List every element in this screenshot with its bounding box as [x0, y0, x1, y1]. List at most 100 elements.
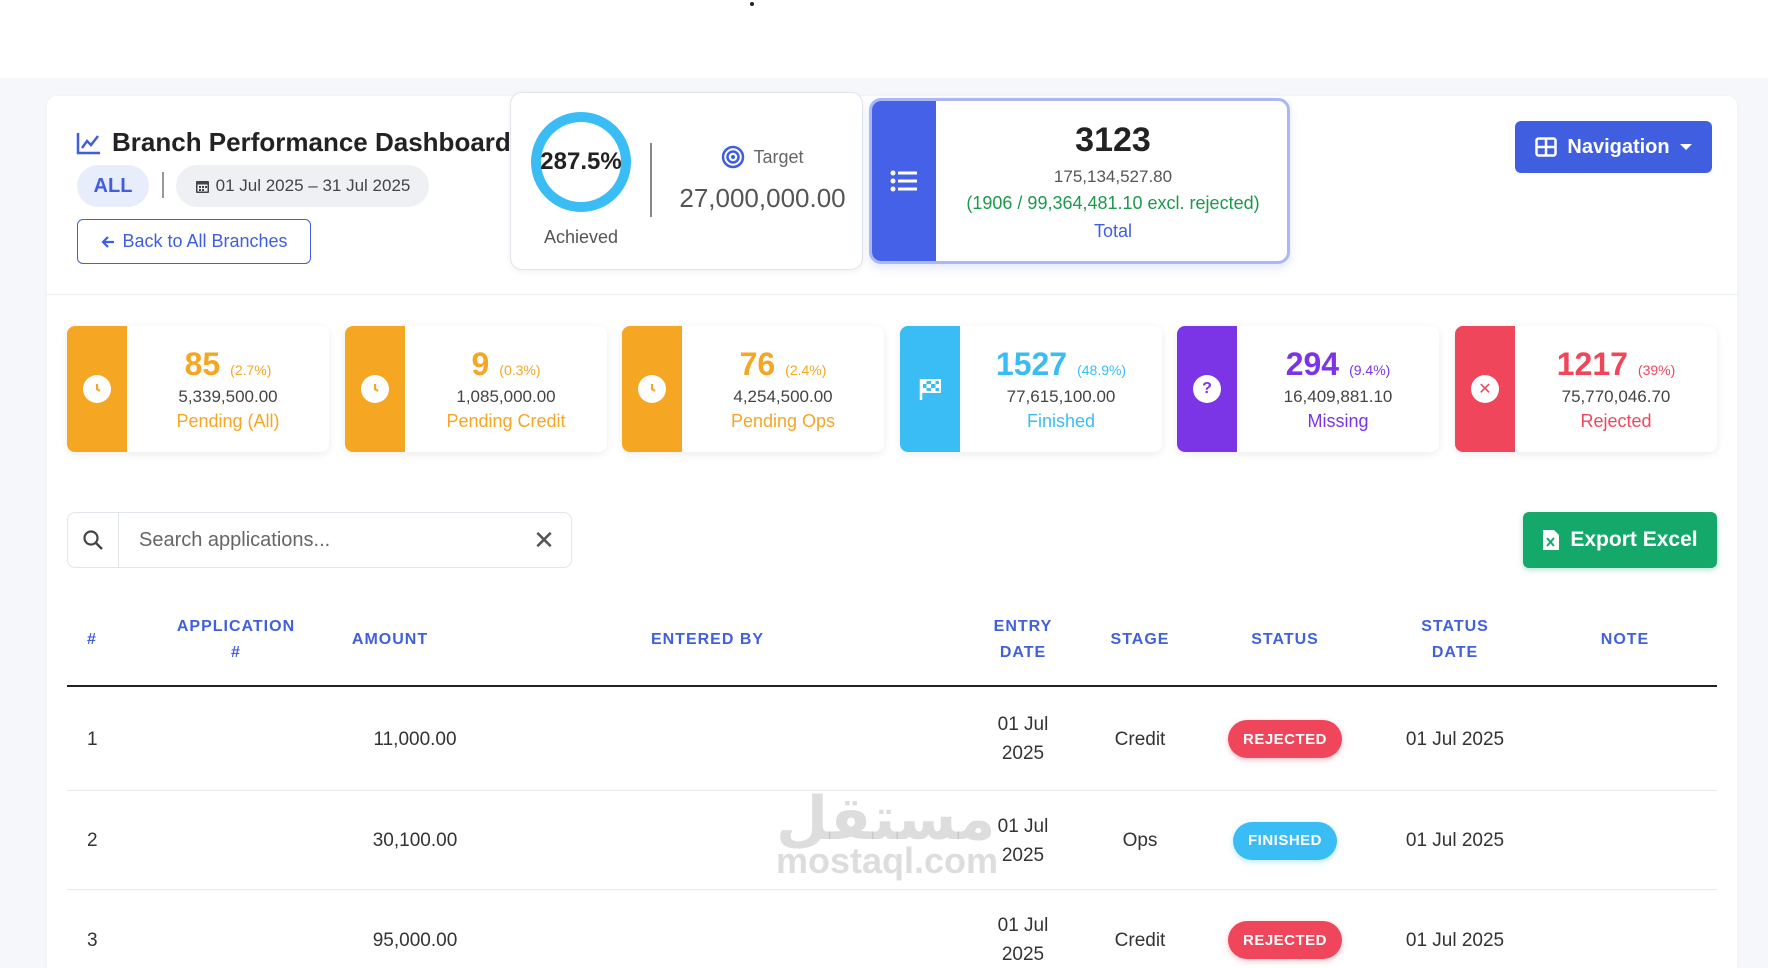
export-excel-button[interactable]: Export Excel: [1523, 512, 1717, 568]
cell-note: [1560, 890, 1690, 968]
cell-stage: Credit: [1114, 929, 1166, 951]
stat-side: [345, 326, 405, 452]
divider: [47, 294, 1737, 295]
col-header-label: #: [231, 644, 241, 661]
stat-card-rejected[interactable]: ✕ 1217 (39%) 75,770,046.70 Rejected: [1455, 326, 1717, 452]
cell-entered-by: [500, 890, 915, 968]
col-header-label: NOTE: [1600, 631, 1650, 648]
stat-side: ?: [1177, 326, 1237, 452]
stat-count: 9: [471, 346, 490, 382]
stat-side: ✕: [1455, 326, 1515, 452]
col-header-label: ENTERED BY: [650, 631, 765, 648]
stat-side: [900, 326, 960, 452]
arrow-left-icon: [101, 235, 115, 248]
page-title-text: Branch Performance Dashboard: [112, 127, 511, 157]
col-header-entry-date[interactable]: ENTRY DATE: [975, 612, 1071, 668]
stat-side: [67, 326, 127, 452]
list-icon: [890, 170, 917, 192]
achievement-card: 287.5% Achieved Target 27,000,000.00: [510, 92, 863, 270]
cell-entry-date: 01 Jul 2025: [975, 687, 1071, 791]
cell-amount: 30,100.00: [372, 830, 458, 851]
top-bar: [0, 0, 1768, 78]
col-header-amount[interactable]: AMOUNT: [330, 612, 450, 668]
date-range-text: 01 Jul 2025 – 31 Jul 2025: [215, 176, 411, 195]
grid-icon: [1535, 137, 1558, 157]
table-row[interactable]: 3 95,000.00 01 Jul 2025 Credit REJECTED 0…: [67, 890, 1717, 968]
stat-card-pending-credit[interactable]: 9 (0.3%) 1,085,000.00 Pending Credit: [345, 326, 607, 452]
col-header-label: DATE: [1431, 644, 1479, 661]
status-badge: REJECTED: [1227, 921, 1343, 959]
stat-card-pending-ops[interactable]: 76 (2.4%) 4,254,500.00 Pending Ops: [622, 326, 884, 452]
stat-label: Pending Ops: [730, 411, 836, 431]
stat-top: 9 (0.3%): [405, 346, 607, 383]
search-icon: [83, 530, 103, 550]
cell-status-date: 01 Jul 2025: [1405, 728, 1505, 750]
stat-percent: (9.4%): [1349, 362, 1391, 378]
export-label: Export Excel: [1570, 528, 1698, 551]
stat-label: Rejected: [1580, 411, 1652, 431]
stat-amount: 1,085,000.00: [456, 387, 556, 406]
stat-top: 294 (9.4%): [1237, 346, 1439, 383]
stat-count: 1527: [995, 346, 1068, 382]
col-header-index[interactable]: #: [67, 612, 117, 668]
col-header-note[interactable]: NOTE: [1560, 612, 1690, 668]
achieved-label: Achieved: [543, 227, 619, 247]
entry-date-line: 01 Jul: [997, 815, 1049, 837]
stat-amount: 16,409,881.10: [1283, 387, 1393, 406]
target-label: Target: [753, 146, 804, 167]
target-label-group: Target: [661, 145, 864, 169]
cell-application: [175, 791, 297, 890]
col-header-application[interactable]: APPLICATION #: [175, 612, 297, 668]
total-card[interactable]: 3123 175,134,527.80 (1906 / 99,364,481.1…: [869, 98, 1290, 264]
col-header-status-date[interactable]: STATUS DATE: [1380, 612, 1530, 668]
target-value: 27,000,000.00: [679, 183, 846, 213]
total-amount: 175,134,527.80: [1053, 167, 1173, 186]
stat-top: 1527 (48.9%): [960, 346, 1162, 383]
back-button-label: Back to All Branches: [122, 231, 288, 251]
clock-icon: [83, 375, 111, 403]
col-header-status[interactable]: STATUS: [1205, 612, 1365, 668]
col-header-entered-by[interactable]: ENTERED BY: [500, 612, 915, 668]
stat-card-finished[interactable]: 1527 (48.9%) 77,615,100.00 Finished: [900, 326, 1162, 452]
table-row[interactable]: 1 11,000.00 01 Jul 2025 Credit REJECTED 0…: [67, 687, 1717, 791]
stat-amount: 5,339,500.00: [178, 387, 278, 406]
cell-entry-date: 01 Jul 2025: [975, 890, 1071, 968]
stat-count: 85: [184, 346, 221, 382]
achievement-ring: 287.5%: [531, 112, 631, 212]
stat-percent: (2.4%): [785, 362, 827, 378]
calendar-icon: [195, 180, 209, 193]
col-header-label: APPLICATION: [176, 618, 296, 635]
flag-checkered-icon: [919, 379, 941, 400]
stat-card-pending-all[interactable]: 85 (2.7%) 5,339,500.00 Pending (All): [67, 326, 329, 452]
watermark: مستقل mostaql.com: [776, 785, 998, 882]
navigation-dropdown-button[interactable]: Navigation: [1515, 121, 1712, 173]
cell-index: 3: [87, 929, 98, 951]
watermark-arabic: مستقل: [776, 785, 996, 852]
col-header-stage[interactable]: STAGE: [1085, 612, 1195, 668]
status-badge: REJECTED: [1227, 720, 1343, 758]
clock-icon: [638, 375, 666, 403]
back-to-branches-button[interactable]: Back to All Branches: [77, 219, 311, 264]
search-input[interactable]: [118, 512, 572, 568]
col-header-label: DATE: [999, 644, 1047, 661]
chart-line-icon: [76, 132, 100, 154]
clear-search-button[interactable]: ✕: [528, 524, 560, 556]
cell-note: [1560, 687, 1690, 791]
stat-percent: (0.3%): [499, 362, 541, 378]
cell-status: REJECTED: [1205, 687, 1365, 791]
cell-application: [175, 687, 297, 791]
scope-chip[interactable]: ALL: [77, 165, 149, 207]
divider: [162, 172, 164, 198]
stat-card-missing[interactable]: ? 294 (9.4%) 16,409,881.10 Missing: [1177, 326, 1439, 452]
entry-date-line: 01 Jul: [997, 915, 1049, 936]
total-count: 3123: [1075, 121, 1151, 159]
date-range-chip[interactable]: 01 Jul 2025 – 31 Jul 2025: [176, 165, 429, 207]
page-title: Branch Performance Dashboard: [76, 127, 511, 158]
stat-top: 76 (2.4%): [682, 346, 884, 383]
stat-top: 1217 (39%): [1515, 346, 1717, 383]
x-circle-icon: ✕: [1471, 375, 1499, 403]
cell-note: [1560, 791, 1690, 890]
cell-status-date: 01 Jul 2025: [1405, 929, 1505, 951]
cell-amount: 11,000.00: [373, 728, 457, 750]
stat-percent: (48.9%): [1077, 362, 1127, 378]
